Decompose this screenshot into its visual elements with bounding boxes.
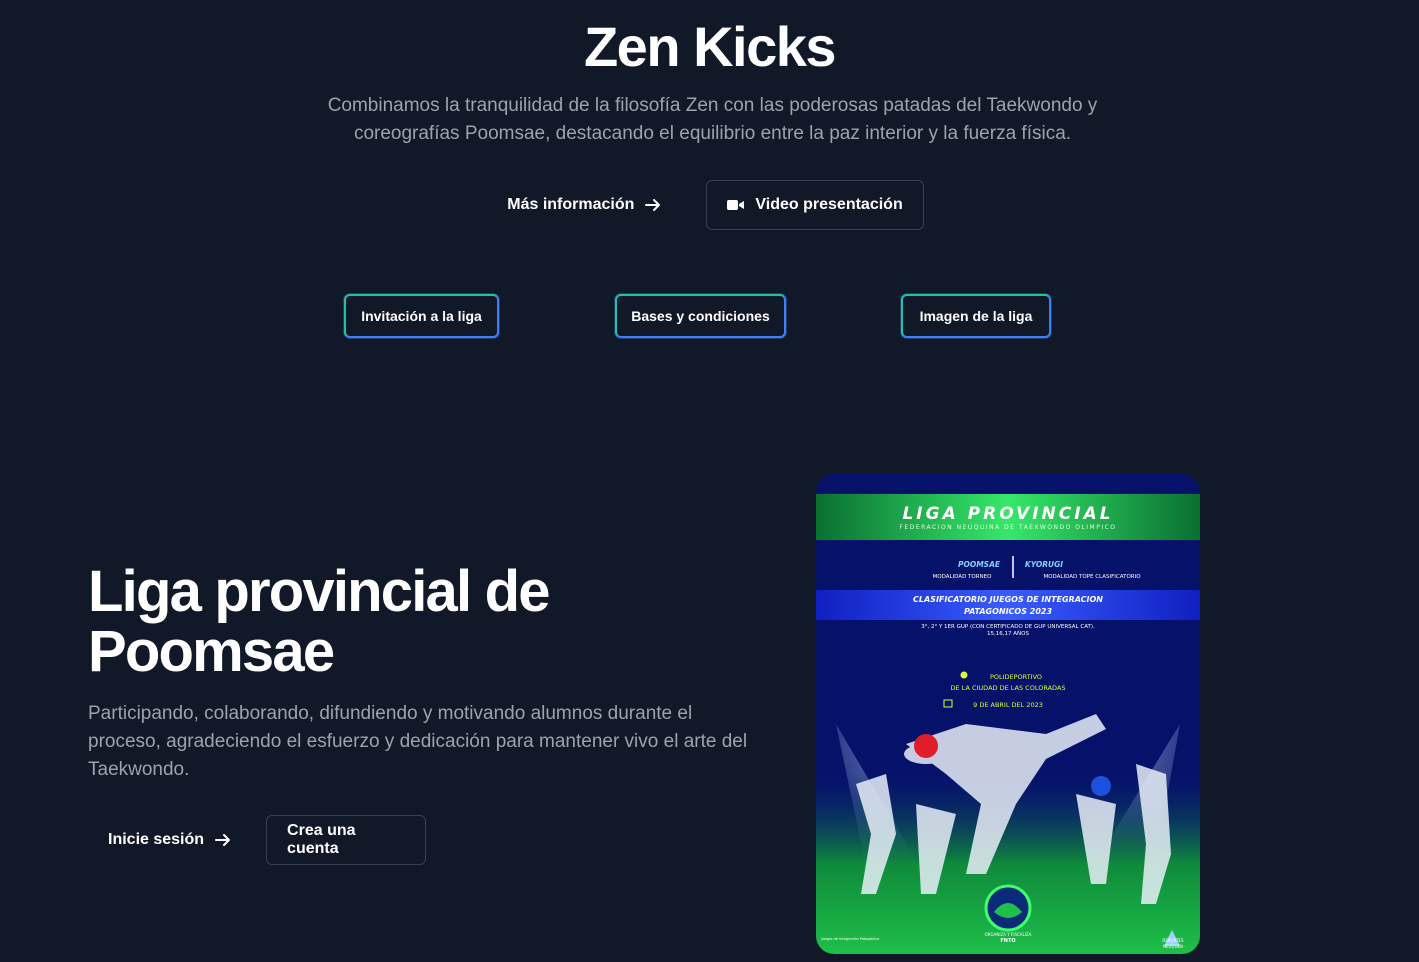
league-rules-button[interactable]: Bases y condiciones xyxy=(615,294,786,338)
poster-federation: FEDERACION NEUQUINA DE TAEKWONDO OLIMPIC… xyxy=(899,524,1116,531)
more-info-label: Más información xyxy=(507,196,635,213)
poster-venue-line2: DE LA CIUDAD DE LAS COLORADAS xyxy=(951,684,1066,692)
more-info-link[interactable]: Más información xyxy=(495,180,674,230)
video-presentation-button[interactable]: Video presentación xyxy=(706,180,924,230)
poster-clasif-line2: PATAGONICOS 2023 xyxy=(964,607,1053,616)
hero-subtitle: Combinamos la tranquilidad de la filosof… xyxy=(327,95,1098,144)
create-account-label: Crea una cuenta xyxy=(287,822,356,857)
arrow-right-icon xyxy=(215,834,231,846)
league-poster: LIGA PROVINCIAL FEDERACION NEUQUINA DE T… xyxy=(816,474,1200,954)
arrow-right-icon xyxy=(645,199,661,211)
location-pin-icon xyxy=(960,671,968,679)
poster-gup-line1: 3°, 2° Y 1ER GUP (CON CERTIFICADO DE GUP… xyxy=(921,624,1095,630)
hero-title: Zen Kicks xyxy=(583,15,837,78)
login-label: Inicie sesión xyxy=(108,831,205,848)
league-rules-label: Bases y condiciones xyxy=(631,308,770,324)
poster-clasif-line1: CLASIFICATORIO JUEGOS DE INTEGRACION xyxy=(913,595,1103,604)
poster-right-logo-line2: NEUQUÉN xyxy=(1163,944,1183,949)
section-actions: Inicie sesión Crea una cuenta xyxy=(96,815,427,865)
league-invitation-button[interactable]: Invitación a la liga xyxy=(344,294,499,338)
poster-right-logo-line1: DEPORTES xyxy=(1162,938,1184,943)
poster-title: LIGA PROVINCIAL xyxy=(902,504,1113,524)
hero-actions: Más información Video presentación xyxy=(0,180,1419,230)
poster-kyorugi: KYORUGI xyxy=(1025,560,1063,569)
poster-date: 9 DE ABRIL DEL 2023 xyxy=(973,701,1043,709)
league-invitation-label: Invitación a la liga xyxy=(361,308,482,324)
poster-venue-line1: POLIDEPORTIVO xyxy=(990,673,1042,681)
league-image-button[interactable]: Imagen de la liga xyxy=(901,294,1051,338)
poster-organiza: ORGANIZA Y FISCALIZA xyxy=(985,932,1032,937)
poster-left-logo: Juegos de Integración Patagónica xyxy=(820,937,879,941)
video-camera-icon xyxy=(727,200,745,210)
section-subtitle: Participando, colaborando, difundiendo y… xyxy=(88,703,748,780)
section-title: Liga provincial de Poomsae xyxy=(88,559,551,684)
league-image-label: Imagen de la liga xyxy=(919,308,1033,324)
login-link[interactable]: Inicie sesión xyxy=(96,815,244,865)
poster-fnto: FNTO xyxy=(1000,938,1015,944)
poster-poomsae: POOMSAE xyxy=(958,560,1001,569)
poster-mod-tope: MODALIDAD TOPE CLASIFICATORIO xyxy=(1043,574,1141,580)
poster-gup-line2: 15,16,17 AÑOS xyxy=(987,630,1029,637)
poster-art: LIGA PROVINCIAL FEDERACION NEUQUINA DE T… xyxy=(816,474,1200,954)
create-account-button[interactable]: Crea una cuenta xyxy=(266,815,427,865)
video-presentation-label: Video presentación xyxy=(755,196,903,213)
poster-mod-torneo: MODALIDAD TORNEO xyxy=(933,574,993,580)
